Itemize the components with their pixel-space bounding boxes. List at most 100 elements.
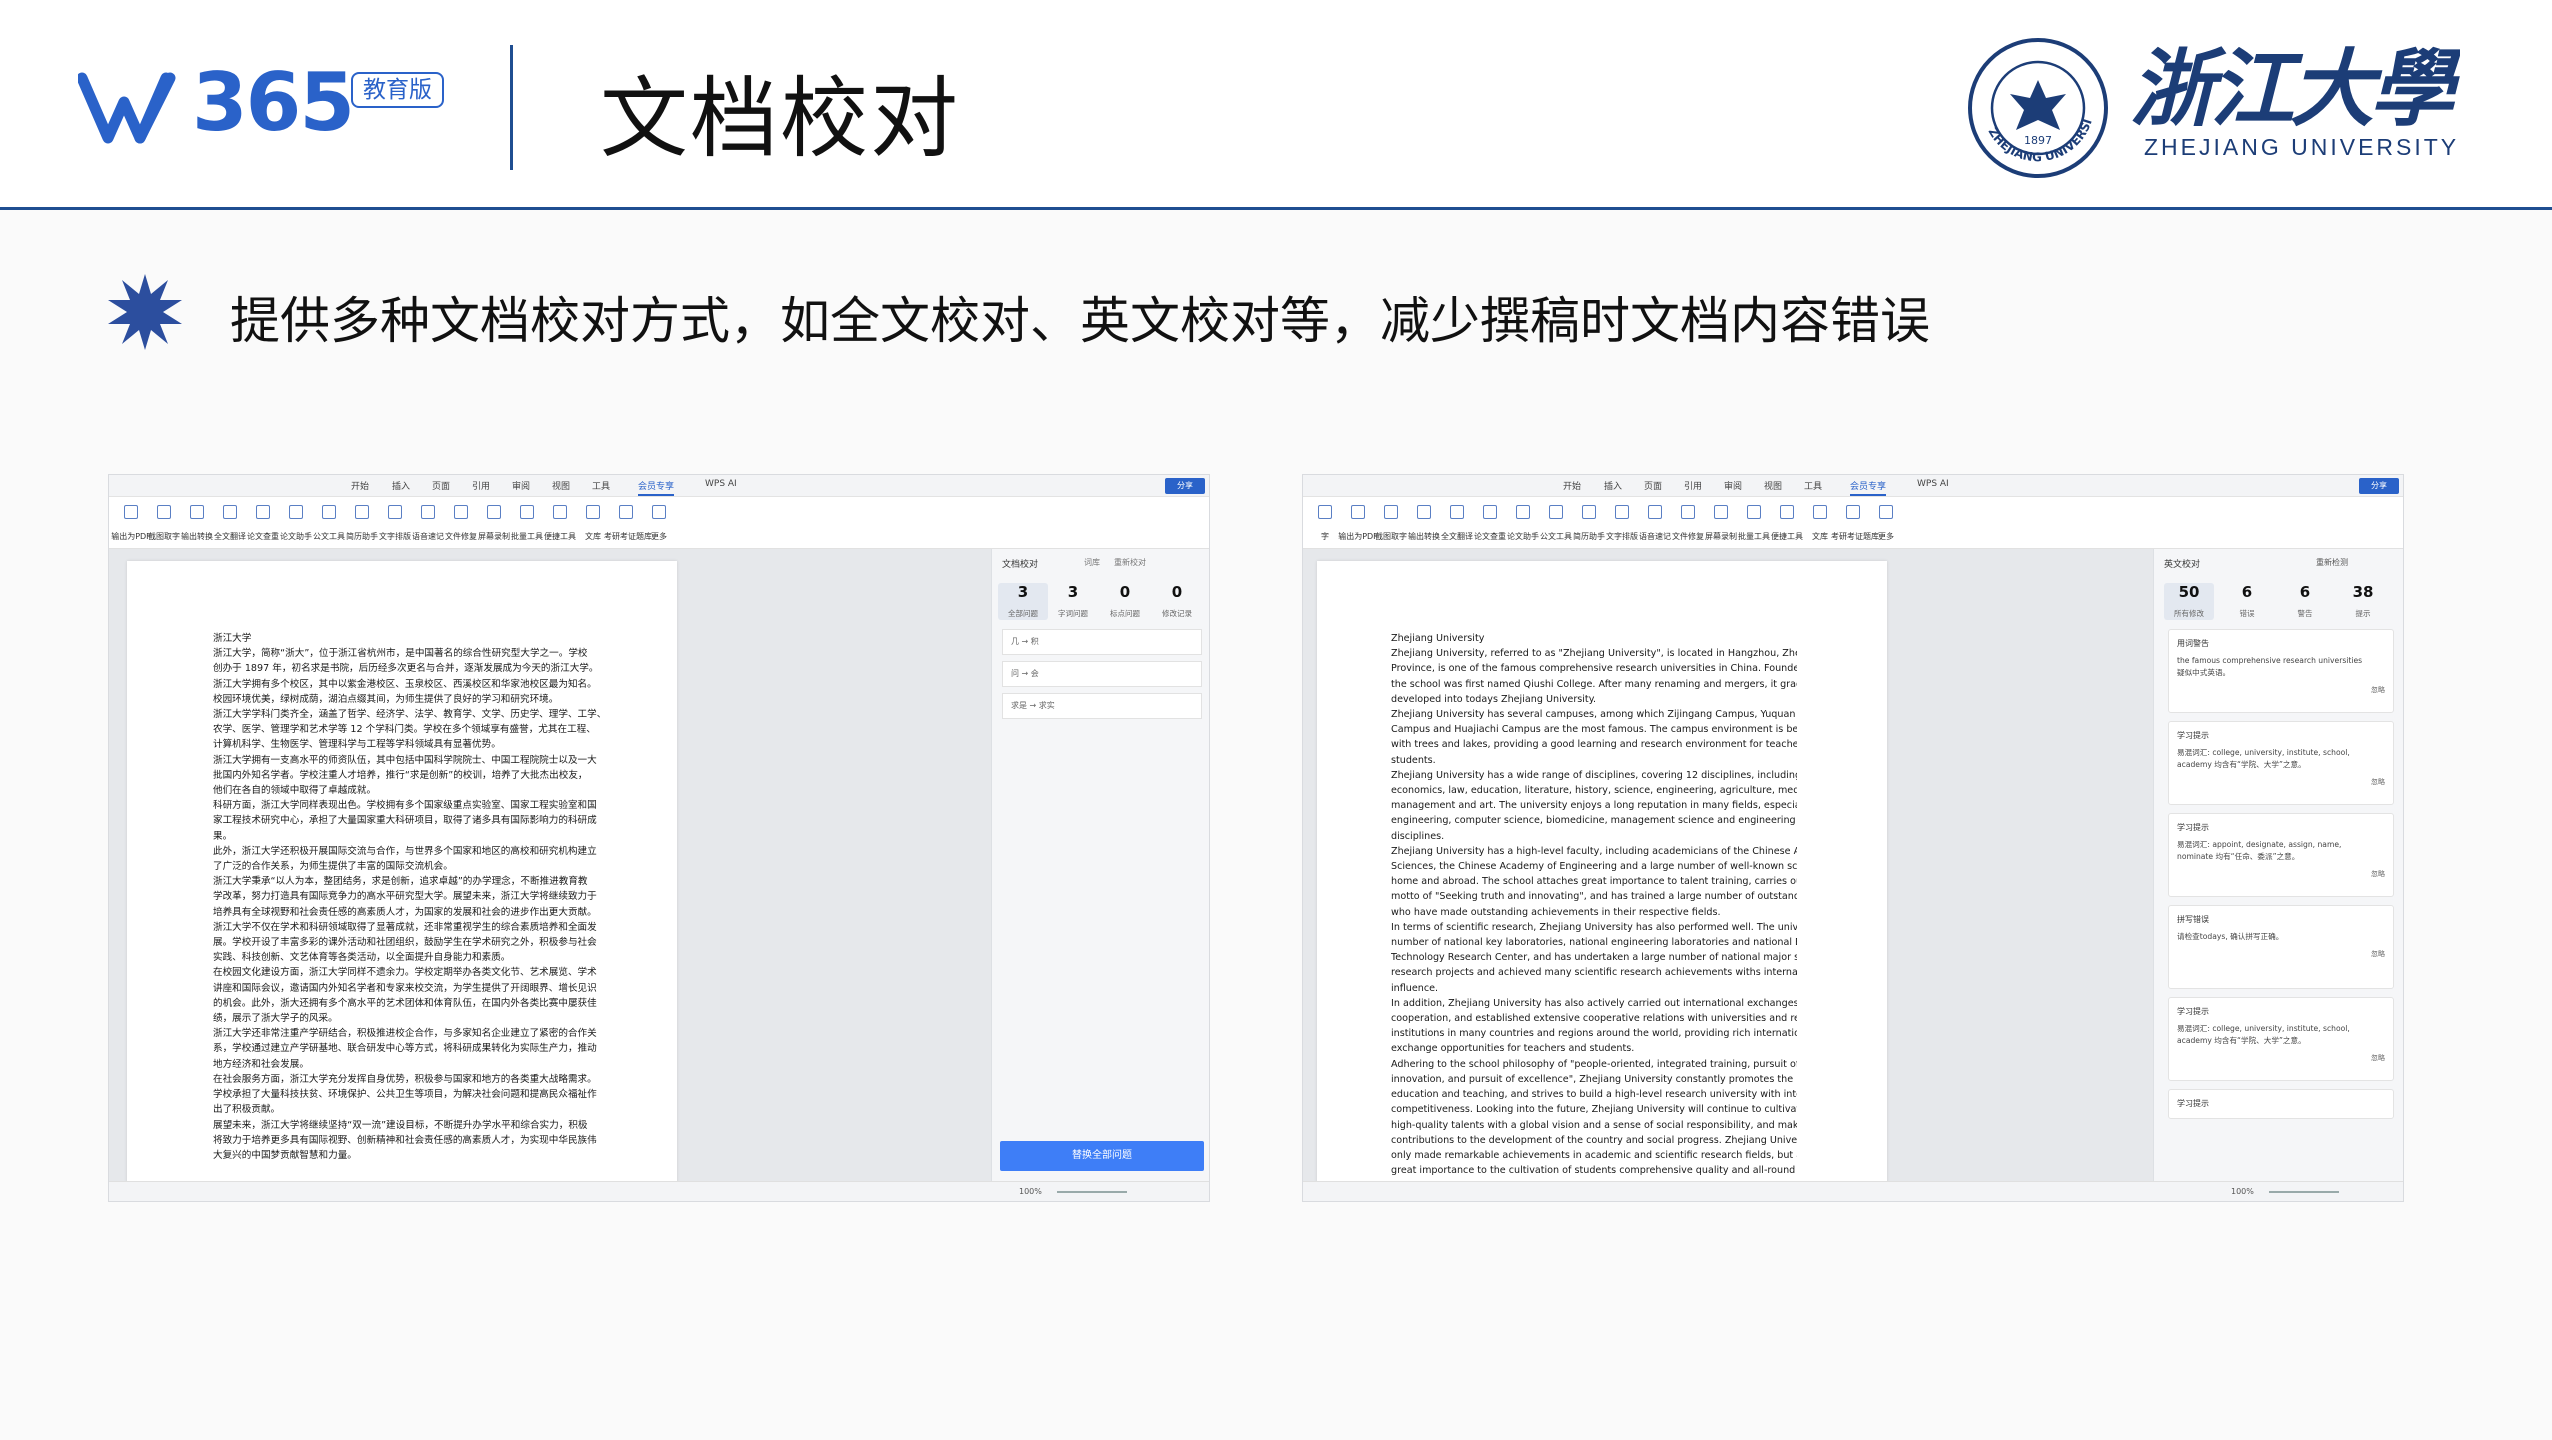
menu-home[interactable]: 开始 <box>351 479 369 492</box>
menu-wps-ai[interactable]: WPS AI <box>1917 479 1949 489</box>
suggestion-card[interactable]: 学习提示 易混词汇: college, university, institute… <box>2168 997 2394 1081</box>
ignore-button[interactable]: 忽略 <box>2177 685 2385 695</box>
ribbon-tool-icon <box>454 505 468 519</box>
svg-text:1897: 1897 <box>2024 134 2052 147</box>
stat-label: 错误 <box>2239 609 2255 618</box>
fix-item[interactable]: 求是 → 求实 <box>1002 693 1202 719</box>
fix-item[interactable]: 几 → 积 <box>1002 629 1202 655</box>
recheck-button[interactable]: 重新校对 <box>1114 557 1146 568</box>
education-edition-badge: 教育版 <box>351 72 444 108</box>
document-text[interactable]: Zhejiang University Zhejiang University, … <box>1391 631 1797 1178</box>
menu-home[interactable]: 开始 <box>1563 479 1581 492</box>
fix-item[interactable]: 问 → 会 <box>1002 661 1202 687</box>
recheck-button[interactable]: 重新检测 <box>2316 557 2348 568</box>
suggestion-card[interactable]: 学习提示 易混词汇: college, university, institute… <box>2168 721 2394 805</box>
stat-value: 0 <box>1171 583 1183 601</box>
document-line: developed into todays Zhejiang Universit… <box>1391 693 1597 705</box>
menu-reference[interactable]: 引用 <box>472 479 490 492</box>
suggestion-type: 学习提示 <box>2177 731 2209 740</box>
zoom-level[interactable]: 100% <box>1019 1187 1042 1196</box>
document-text[interactable]: 浙江大学 浙江大学，简称“浙大”，位于浙江省杭州市，是中国著名的综合性研究型大学之… <box>213 631 623 1163</box>
menu-member[interactable]: 会员专享 <box>638 479 675 496</box>
panel-title: 文档校对 <box>1002 560 1039 570</box>
menu-review[interactable]: 审阅 <box>1724 479 1742 492</box>
fix-to: 积 <box>1030 637 1039 646</box>
ignore-button[interactable]: 忽略 <box>2177 1053 2385 1063</box>
stat-all[interactable]: 3 全部问题 <box>998 583 1048 620</box>
ribbon-tool-icon <box>1582 505 1596 519</box>
stat-label: 警告 <box>2297 609 2313 618</box>
ribbon-button[interactable]: 更多 <box>637 505 681 543</box>
suggestion-card[interactable]: 学习提示 易混词汇: appoint, designate, assign, na… <box>2168 813 2394 897</box>
ribbon-tool-icon <box>322 505 336 519</box>
document-line: who have made outstanding achievements i… <box>1391 906 1721 918</box>
suggestion-text: the famous comprehensive research univer… <box>2177 656 2363 665</box>
stat-value: 38 <box>2352 583 2374 601</box>
lexicon-tab[interactable]: 词库 <box>1084 557 1100 568</box>
fix-to: 求实 <box>1038 701 1055 710</box>
menu-insert[interactable]: 插入 <box>392 479 410 492</box>
stat-warnings[interactable]: 6 警告 <box>2280 583 2330 620</box>
ignore-button[interactable]: 忽略 <box>2177 949 2385 959</box>
menu-view[interactable]: 视图 <box>552 479 570 492</box>
document-line: cooperation, and established extensive c… <box>1391 1013 1797 1025</box>
stat-all-changes[interactable]: 50 所有修改 <box>2164 583 2214 620</box>
stat-words[interactable]: 3 字词问题 <box>1048 583 1098 620</box>
document-line: 批国内外知名学者。学校注重人才培养，推行“求是创新”的校训，培养了大批杰出校友， <box>213 769 588 781</box>
menu-tools[interactable]: 工具 <box>1804 479 1822 492</box>
ribbon-tool-icon <box>1351 505 1365 519</box>
menu-page[interactable]: 页面 <box>432 479 450 492</box>
menu-insert[interactable]: 插入 <box>1604 479 1622 492</box>
document-line: 浙江大学拥有多个校区，其中以紫金港校区、玉泉校区、西溪校区和华家池校区最为知名。 <box>213 678 597 690</box>
document-line: 创办于 1897 年，初名求是书院，后历经多次更名与合并，逐渐发展成为今天的浙江… <box>213 663 599 675</box>
zju-english-name: ZHEJIANG UNIVERSITY <box>2144 134 2460 160</box>
ignore-button[interactable]: 忽略 <box>2177 869 2385 879</box>
document-line: 培养具有全球视野和社会责任感的高素质人才，为国家的发展和社会的进步作出更大贡献。 <box>213 906 597 918</box>
stat-tips[interactable]: 38 提示 <box>2338 583 2388 620</box>
ignore-button[interactable]: 忽略 <box>2177 777 2385 787</box>
stat-history[interactable]: 0 修改记录 <box>1152 583 1202 620</box>
ribbon-tool-icon <box>1318 505 1332 519</box>
menu-review[interactable]: 审阅 <box>512 479 530 492</box>
ribbon-tool-icon <box>1615 505 1629 519</box>
document-line: 果。 <box>213 830 233 842</box>
fix-to: 会 <box>1030 669 1039 678</box>
menu-member[interactable]: 会员专享 <box>1850 479 1887 496</box>
fix-from: 几 <box>1011 637 1019 646</box>
document-line: high-quality talents with a global visio… <box>1391 1119 1797 1131</box>
document-line: exchange opportunities for teachers and … <box>1391 1043 1635 1055</box>
ribbon-button[interactable]: 更多 <box>1864 505 1908 543</box>
ribbon-tool-icon <box>586 505 600 519</box>
suggestion-card[interactable]: 用词警告 the famous comprehensive research un… <box>2168 629 2394 713</box>
stat-label: 修改记录 <box>1162 609 1192 618</box>
document-line: 此外，浙江大学还积极开展国际交流与合作，与世界多个国家和地区的高校和研究机构建立 <box>213 845 597 857</box>
zoom-slider[interactable] <box>1057 1191 1127 1193</box>
zoom-slider[interactable] <box>2269 1191 2339 1193</box>
menu-reference[interactable]: 引用 <box>1684 479 1702 492</box>
menu-tools[interactable]: 工具 <box>592 479 610 492</box>
fix-from: 求是 <box>1011 701 1027 710</box>
menu-view[interactable]: 视图 <box>1764 479 1782 492</box>
document-line: 在校园文化建设方面，浙江大学同样不遗余力。学校定期举办各类文化节、艺术展览、学术 <box>213 967 597 979</box>
document-line: institutions in many countries and regio… <box>1391 1028 1797 1040</box>
english-proofread-panel: 英文校对 重新检测 50 所有修改 6 错误 6 警告 38 提示 用词警告 the fa… <box>2153 549 2403 1183</box>
wps-logo-icon <box>78 72 176 144</box>
wps-logo-number: 365 <box>192 56 355 149</box>
document-line: 他们在各自的领域中取得了卓越成就。 <box>213 785 377 797</box>
zoom-level[interactable]: 100% <box>2231 1187 2254 1196</box>
document-line: management and art. The university enjoy… <box>1391 800 1797 812</box>
ribbon-tool-icon <box>1384 505 1398 519</box>
suggestion-type: 学习提示 <box>2177 1007 2209 1016</box>
stat-punctuation[interactable]: 0 标点问题 <box>1100 583 1150 620</box>
menu-wps-ai[interactable]: WPS AI <box>705 479 737 489</box>
replace-all-button[interactable]: 替换全部问题 <box>1000 1141 1204 1171</box>
share-button[interactable]: 分享 <box>2359 478 2399 494</box>
ribbon-tool-icon <box>223 505 237 519</box>
stat-errors[interactable]: 6 错误 <box>2222 583 2272 620</box>
suggestion-card[interactable]: 学习提示 <box>2168 1089 2394 1119</box>
suggestion-card[interactable]: 拼写错误 请检查todays, 确认拼写正确。 忽略 <box>2168 905 2394 989</box>
stat-value: 50 <box>2178 583 2200 601</box>
zju-seal-icon: 1897 ZHEJIANG UNIVERSITY <box>1966 36 2108 178</box>
menu-page[interactable]: 页面 <box>1644 479 1662 492</box>
share-button[interactable]: 分享 <box>1165 478 1205 494</box>
